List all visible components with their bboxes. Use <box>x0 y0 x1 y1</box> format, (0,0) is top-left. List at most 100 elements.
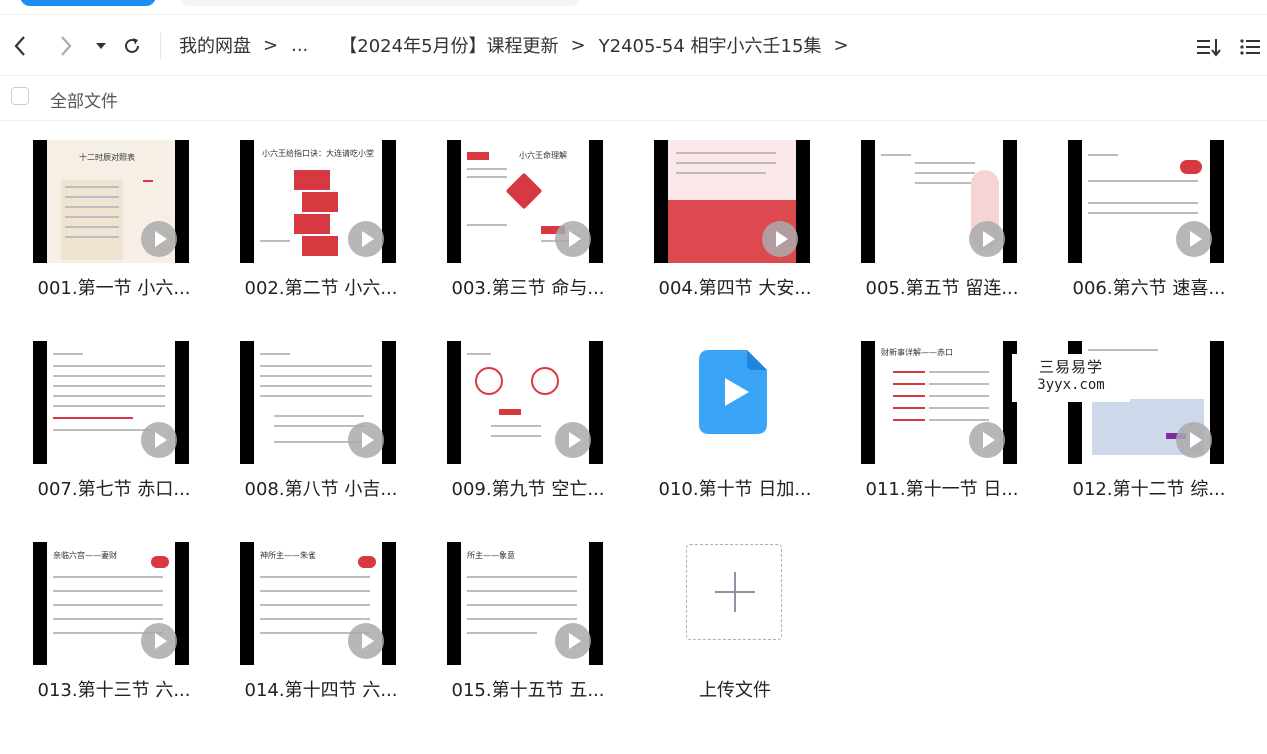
file-name: 005.第五节 留连... <box>865 278 1019 299</box>
file-item[interactable]: 十二时辰对照表 001.第一节 小六... <box>19 121 209 311</box>
thumb-title: 小六王给指口诀：大连请吃小堂 <box>262 149 374 158</box>
file-item[interactable]: 009.第九节 空亡... <box>433 322 623 512</box>
upload-file-tile[interactable]: 上传文件 <box>640 523 830 713</box>
play-icon <box>348 623 384 659</box>
thumb-title: 小六王命理解 <box>519 151 567 160</box>
breadcrumb: 我的网盘 > ... 【2024年5月份】课程更新 > Y2405-54 相宇小… <box>179 30 862 60</box>
video-thumbnail <box>861 140 1017 263</box>
video-thumbnail: 财新事详解——赤口 <box>861 341 1017 464</box>
nav-divider <box>160 33 161 59</box>
plus-icon <box>734 572 736 612</box>
breadcrumb-current-folder[interactable]: Y2405-54 相宇小六壬15集 <box>599 32 822 58</box>
upload-box[interactable] <box>686 544 782 640</box>
breadcrumb-separator: > <box>263 34 279 56</box>
play-icon <box>348 221 384 257</box>
list-view-button[interactable] <box>1238 34 1264 60</box>
file-name: 003.第三节 命与... <box>451 278 605 299</box>
file-name: 007.第七节 赤口... <box>37 479 191 500</box>
file-name: 011.第十一节 日... <box>865 479 1019 500</box>
breadcrumb-separator: > <box>833 34 849 56</box>
upload-label: 上传文件 <box>699 680 771 701</box>
video-thumbnail: 小六王命理解 <box>447 140 603 263</box>
play-icon <box>141 623 177 659</box>
thumb-title: 财新事详解——赤口 <box>881 348 953 357</box>
video-thumbnail: 神所主——朱雀 <box>240 542 396 665</box>
file-name: 002.第二节 小六... <box>244 278 398 299</box>
file-item[interactable]: 006.第六节 速喜... <box>1054 121 1244 311</box>
chevron-left-icon <box>14 36 25 56</box>
chevron-right-icon <box>61 36 72 56</box>
breadcrumb-parent-folder[interactable]: 【2024年5月份】课程更新 <box>339 32 558 58</box>
video-thumbnail <box>1068 140 1224 263</box>
file-name: 009.第九节 空亡... <box>451 479 605 500</box>
file-item[interactable]: 004.第四节 大安... <box>640 121 830 311</box>
top-search-box[interactable] <box>180 0 580 6</box>
video-thumbnail: 十二时辰对照表 <box>33 140 189 263</box>
thumb-title: 所主——象意 <box>467 551 515 560</box>
play-icon <box>555 221 591 257</box>
file-grid: 十二时辰对照表 001.第一节 小六... 小六王给指口诀：大连请吃小堂 002… <box>0 121 1267 754</box>
play-icon <box>762 221 798 257</box>
file-item[interactable]: 小六王给指口诀：大连请吃小堂 002.第二节 小六... <box>226 121 416 311</box>
play-icon <box>555 422 591 458</box>
thumb-title: 十二时辰对照表 <box>79 153 135 162</box>
history-dropdown-button[interactable] <box>92 33 110 59</box>
file-name: 010.第十节 日加... <box>658 479 812 500</box>
upload-top-button[interactable] <box>20 0 156 6</box>
thumb-title: 神所主——朱雀 <box>260 551 316 560</box>
watermark-line2: 3yyx.com <box>1037 377 1105 393</box>
file-item[interactable]: 亲临六宫——妻财 013.第十三节 六... <box>19 523 209 713</box>
file-item[interactable]: 008.第八节 小吉... <box>226 322 416 512</box>
forward-button[interactable] <box>54 33 78 59</box>
select-all-checkbox[interactable] <box>11 87 29 105</box>
video-thumbnail <box>240 341 396 464</box>
breadcrumb-separator: > <box>570 34 586 56</box>
file-name: 014.第十四节 六... <box>244 680 398 701</box>
play-icon <box>1176 422 1212 458</box>
file-name: 012.第十二节 综... <box>1072 479 1226 500</box>
list-view-icon <box>1240 39 1260 55</box>
file-item[interactable]: 小六王命理解 003.第三节 命与... <box>433 121 623 311</box>
video-thumbnail: 亲临六宫——妻财 <box>33 542 189 665</box>
file-item[interactable]: 005.第五节 留连... <box>847 121 1037 311</box>
video-thumbnail <box>33 341 189 464</box>
file-name: 015.第十五节 五... <box>451 680 605 701</box>
refresh-icon <box>125 38 139 53</box>
file-item[interactable]: 财新事详解——赤口 011.第十一节 日... <box>847 322 1037 512</box>
watermark: 三易易学 3yyx.com <box>1012 354 1130 402</box>
play-icon <box>969 221 1005 257</box>
sort-button[interactable] <box>1196 34 1222 60</box>
video-file-icon <box>695 342 775 442</box>
watermark-line1: 三易易学 <box>1038 358 1103 376</box>
breadcrumb-root[interactable]: 我的网盘 <box>179 32 251 58</box>
file-item[interactable]: 007.第七节 赤口... <box>19 322 209 512</box>
video-thumbnail <box>654 140 810 263</box>
all-files-label: 全部文件 <box>50 92 118 112</box>
file-item[interactable]: 所主——象意 015.第十五节 五... <box>433 523 623 713</box>
file-item[interactable]: 012.第十二节 综... <box>1054 322 1244 512</box>
video-thumbnail <box>447 341 603 464</box>
file-item[interactable]: 010.第十节 日加... <box>640 322 830 512</box>
file-name: 001.第一节 小六... <box>37 278 191 299</box>
video-thumbnail: 所主——象意 <box>447 542 603 665</box>
caret-down-icon <box>96 43 106 49</box>
select-bar: 全部文件 <box>0 76 1267 121</box>
play-icon <box>141 422 177 458</box>
sort-icon <box>1197 39 1221 57</box>
thumb-title: 亲临六宫——妻财 <box>53 551 117 560</box>
file-item[interactable]: 神所主——朱雀 014.第十四节 六... <box>226 523 416 713</box>
refresh-button[interactable] <box>120 33 144 59</box>
play-icon <box>141 221 177 257</box>
play-icon <box>1176 221 1212 257</box>
file-name: 006.第六节 速喜... <box>1072 278 1226 299</box>
breadcrumb-ellipsis[interactable]: ... <box>291 35 308 56</box>
video-thumbnail: 小六王给指口诀：大连请吃小堂 <box>240 140 396 263</box>
back-button[interactable] <box>8 33 32 59</box>
file-name: 013.第十三节 六... <box>37 680 191 701</box>
navigation-bar: 我的网盘 > ... 【2024年5月份】课程更新 > Y2405-54 相宇小… <box>0 15 1267 76</box>
file-name: 004.第四节 大安... <box>658 278 812 299</box>
play-icon <box>348 422 384 458</box>
top-strip <box>0 0 1267 15</box>
play-icon <box>555 623 591 659</box>
play-icon <box>969 422 1005 458</box>
